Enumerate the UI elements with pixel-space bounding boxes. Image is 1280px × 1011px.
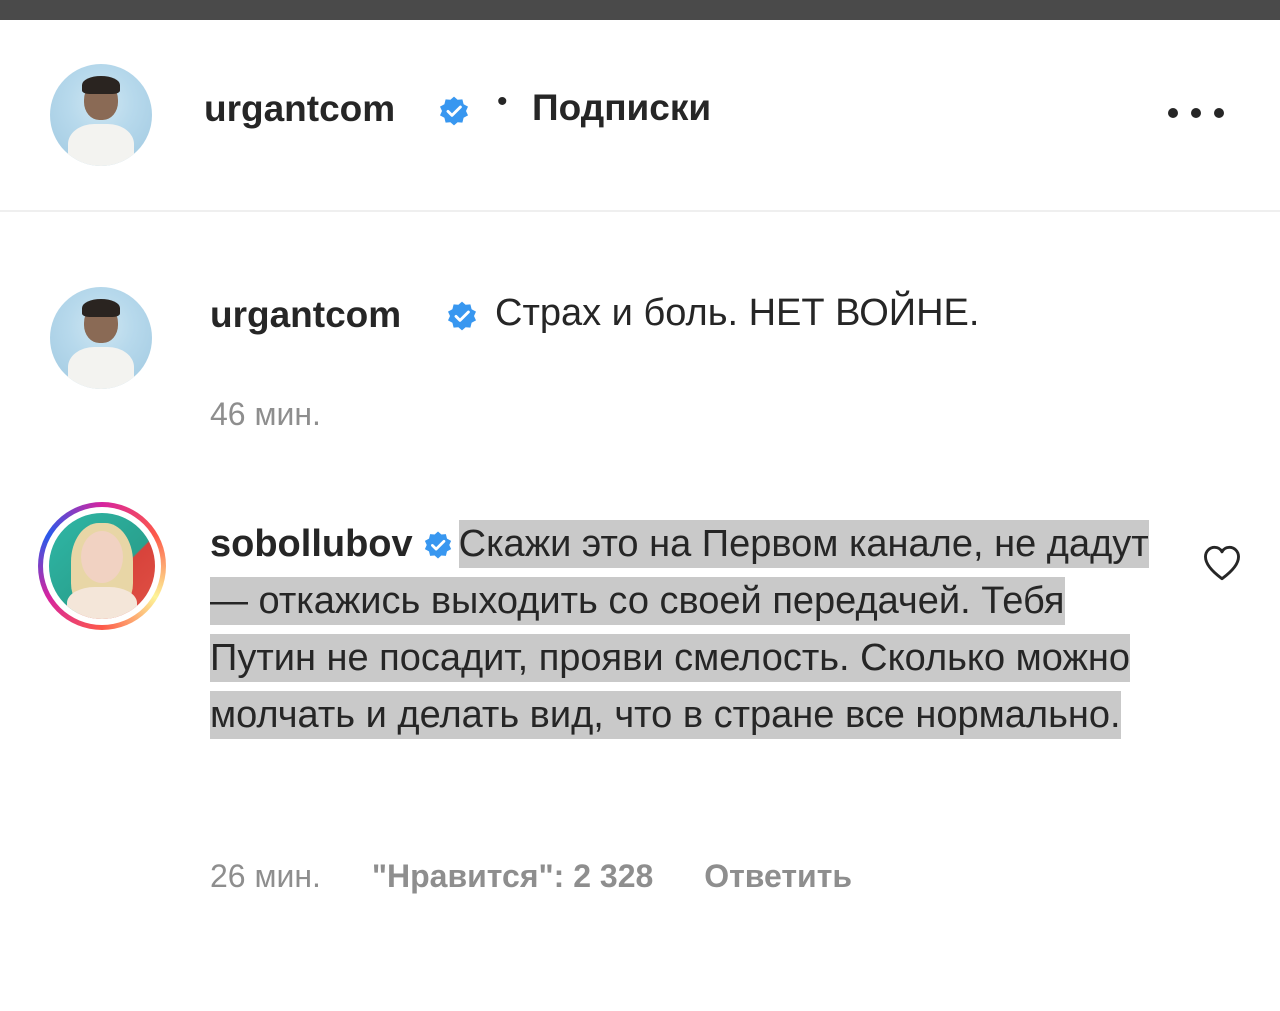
comment-username[interactable]: sobollubov [210,523,413,565]
caption-avatar[interactable] [50,287,152,389]
comment-body: sobollubov Скажи это на Первом канале, н… [210,516,1150,744]
header-avatar[interactable] [50,64,152,166]
verified-badge-icon [440,96,468,126]
comment-likes-button[interactable]: "Нравится": 2 328 [372,858,653,894]
more-options-icon[interactable] [1168,102,1224,124]
story-ring[interactable] [38,502,166,630]
caption-username[interactable]: urgantcom [210,294,401,336]
comment-actions: 26 мин. "Нравится": 2 328 Ответить [210,858,894,895]
caption-time[interactable]: 46 мин. [210,396,321,433]
verified-badge-icon [448,301,476,331]
post-header: urgantcom • Подписки [0,20,1280,212]
verified-badge-icon [424,531,451,559]
heart-icon[interactable] [1202,544,1242,582]
header-username[interactable]: urgantcom [204,88,395,130]
header-separator: • [497,85,508,118]
comment-avatar[interactable] [49,513,155,619]
follow-status-button[interactable]: Подписки [532,87,711,129]
window-top-bar [0,0,1280,20]
caption-text: Страх и боль. НЕТ ВОЙНЕ. [495,292,980,334]
comment-time[interactable]: 26 мин. [210,858,321,894]
reply-button[interactable]: Ответить [704,858,852,894]
